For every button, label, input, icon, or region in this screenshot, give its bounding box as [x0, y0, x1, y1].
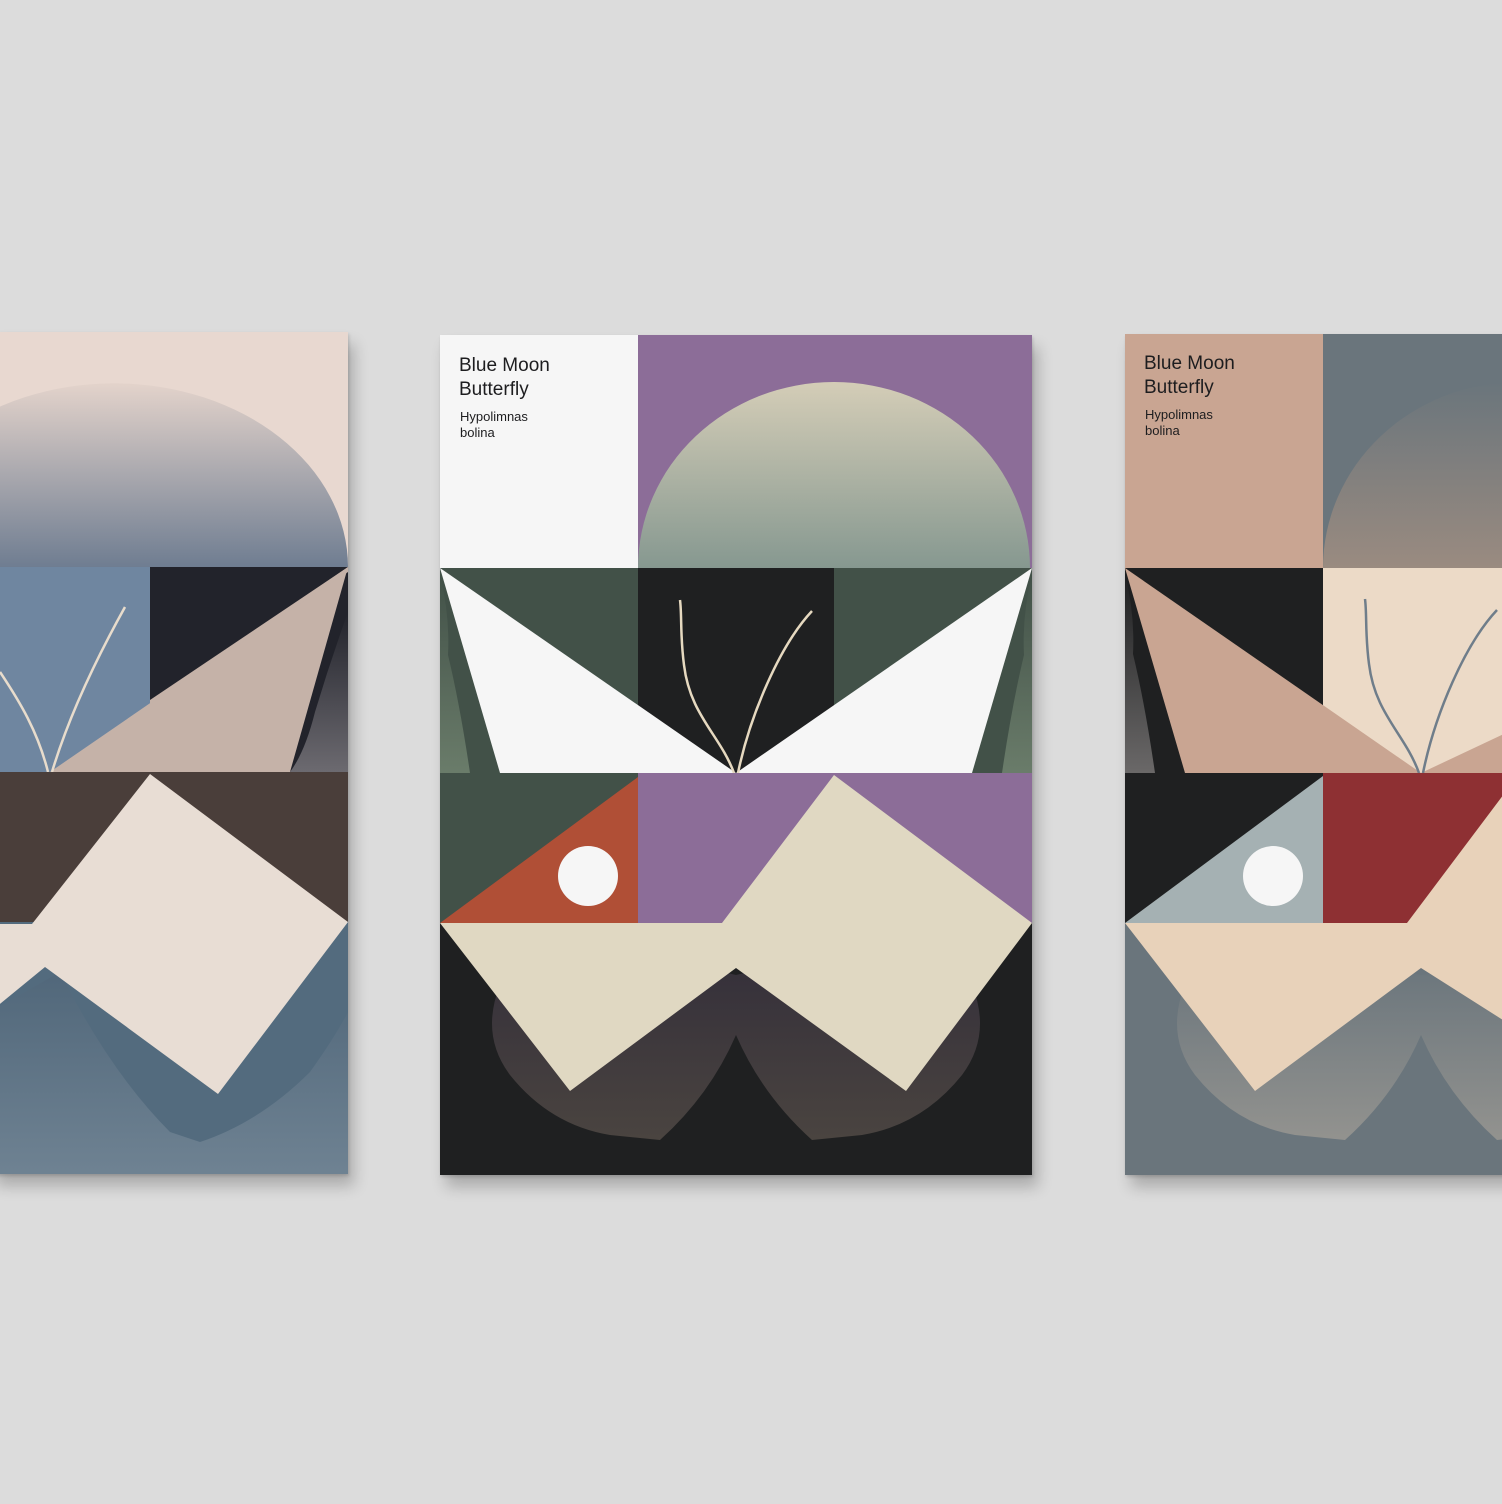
poster-left [0, 332, 348, 1174]
poster-left-artwork [0, 332, 348, 1174]
white-dot [558, 846, 618, 906]
poster-title: Blue Moon Butterfly [1144, 353, 1235, 398]
poster-right: Blue Moon Butterfly Hypolimnas bolina [1125, 334, 1502, 1175]
poster-center: Blue Moon Butterfly Hypolimnas bolina [440, 335, 1032, 1175]
poster-right-artwork [1125, 334, 1502, 1175]
poster-title: Blue Moon Butterfly [459, 355, 550, 400]
white-dot [1243, 846, 1303, 906]
poster-center-artwork [440, 335, 1032, 1175]
poster-subtitle: Hypolimnas bolina [1145, 407, 1213, 438]
poster-subtitle: Hypolimnas bolina [460, 409, 528, 440]
